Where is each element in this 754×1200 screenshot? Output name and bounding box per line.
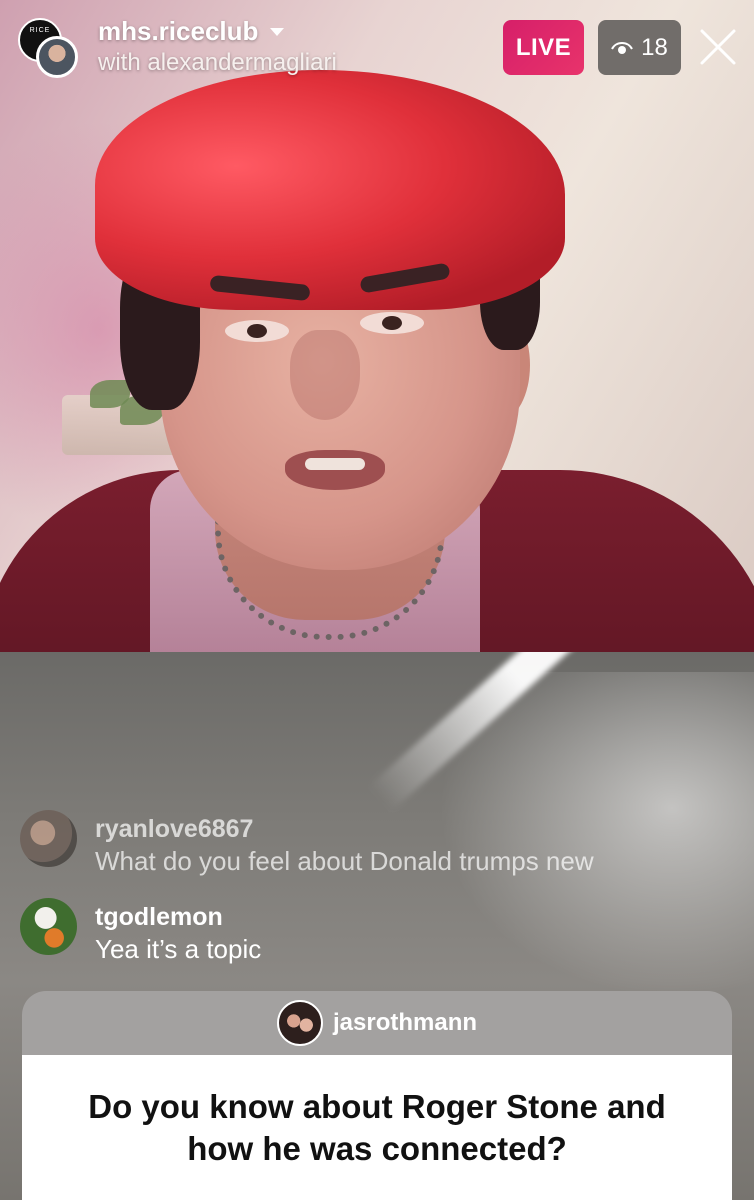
comment-text-block: tgodlemon Yea it’s a topic	[95, 898, 261, 966]
live-badge: LIVE	[503, 20, 584, 75]
comment-item[interactable]: tgodlemon Yea it’s a topic	[20, 898, 700, 966]
comment-username[interactable]: tgodlemon	[95, 902, 261, 932]
eye-left	[225, 320, 289, 342]
commenter-avatar[interactable]	[20, 898, 77, 955]
eye-icon	[611, 40, 634, 56]
comment-message: Yea it’s a topic	[95, 934, 262, 964]
host-name[interactable]: mhs.riceclub	[98, 16, 258, 47]
mouth	[285, 450, 385, 490]
host-video	[0, 0, 754, 652]
close-icon[interactable]	[697, 26, 739, 68]
question-card-body: Do you know about Roger Stone and how he…	[22, 1055, 732, 1200]
question-card[interactable]: jasrothmann Do you know about Roger Ston…	[22, 991, 732, 1200]
title-block[interactable]: mhs.riceclub with alexandermagliari	[98, 16, 337, 77]
commenter-avatar[interactable]	[20, 810, 77, 867]
question-asker-username: jasrothmann	[332, 1009, 478, 1036]
host-avatar-text: RICE	[29, 27, 51, 34]
comment-item[interactable]: ryanlove6867 What do you feel about Dona…	[20, 810, 700, 878]
question-asker-avatar	[276, 1000, 323, 1046]
with-guest-label[interactable]: with alexandermagliari	[98, 49, 337, 77]
nose	[290, 330, 360, 420]
comment-message: What do you feel about Donald trumps new	[95, 846, 594, 876]
question-card-header: jasrothmann	[22, 991, 732, 1055]
comments-list: ryanlove6867 What do you feel about Dona…	[20, 810, 700, 986]
red-hair	[95, 70, 565, 310]
host-name-row[interactable]: mhs.riceclub	[98, 16, 337, 47]
caret-down-icon[interactable]	[270, 27, 285, 36]
comment-text-block: ryanlove6867 What do you feel about Dona…	[95, 810, 594, 878]
question-text: Do you know about Roger Stone and how he…	[88, 1087, 666, 1167]
comment-username[interactable]: ryanlove6867	[95, 814, 594, 844]
guest-avatar[interactable]	[36, 36, 78, 78]
avatar-stack[interactable]: RICE	[18, 18, 84, 80]
eye-right	[360, 312, 424, 334]
viewer-count: 18	[641, 33, 668, 61]
live-header: RICE mhs.riceclub with alexandermagliari…	[0, 0, 754, 90]
viewer-count-badge[interactable]: 18	[598, 20, 681, 75]
